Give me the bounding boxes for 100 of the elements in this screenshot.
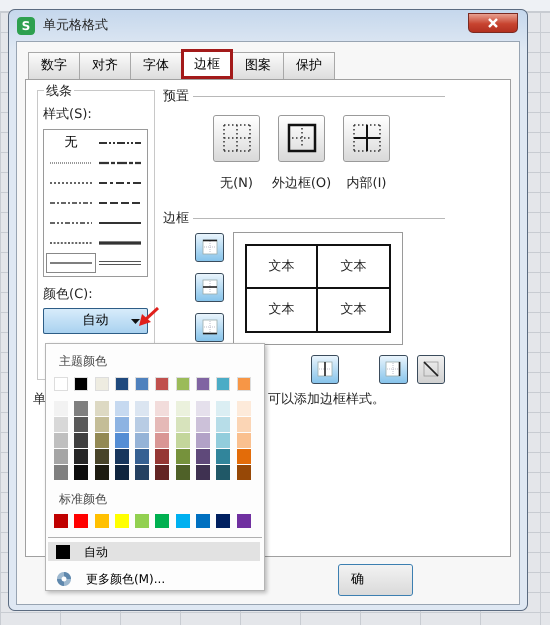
line-sample-icon — [50, 240, 92, 244]
confirm-button[interactable]: 确 — [338, 564, 413, 596]
color-swatch[interactable] — [94, 401, 109, 416]
color-swatch[interactable] — [54, 449, 68, 464]
color-swatch[interactable] — [135, 514, 150, 528]
caret-icon — [131, 319, 140, 324]
color-swatch[interactable] — [74, 377, 88, 391]
color-swatch[interactable] — [135, 433, 150, 448]
color-swatch[interactable] — [155, 417, 170, 432]
color-swatch[interactable] — [54, 377, 68, 391]
tab[interactable]: 图案 — [232, 52, 284, 79]
color-swatch[interactable] — [94, 449, 109, 464]
border-toggle-button[interactable] — [416, 354, 445, 384]
line-style-option[interactable] — [46, 252, 96, 272]
color-swatch[interactable] — [135, 417, 150, 432]
color-swatch[interactable] — [216, 433, 230, 448]
color-swatch[interactable] — [94, 377, 109, 391]
color-swatch[interactable] — [74, 433, 88, 448]
preset-button[interactable] — [343, 114, 390, 162]
border-toggle-button[interactable] — [379, 354, 408, 384]
color-swatch[interactable] — [196, 377, 210, 391]
color-square-icon — [56, 544, 70, 558]
color-swatch[interactable] — [216, 417, 230, 432]
color-swatch[interactable] — [94, 417, 109, 432]
color-swatch[interactable] — [196, 417, 210, 432]
color-swatch[interactable] — [54, 401, 68, 416]
tab[interactable]: 对齐 — [79, 52, 131, 79]
color-swatch[interactable] — [176, 377, 190, 391]
border-toggle-button[interactable] — [195, 232, 224, 262]
color-swatch[interactable] — [176, 401, 190, 416]
preset-button[interactable] — [213, 114, 260, 162]
line-sample-icon — [99, 220, 142, 224]
color-swatch[interactable] — [216, 465, 230, 480]
color-swatch[interactable] — [236, 449, 251, 464]
color-swatch[interactable] — [54, 417, 68, 432]
color-swatch[interactable] — [94, 514, 109, 528]
color-swatch[interactable] — [176, 417, 190, 432]
color-swatch[interactable] — [236, 377, 251, 391]
color-swatch[interactable] — [176, 514, 190, 528]
color-swatch[interactable] — [135, 465, 150, 480]
border-toggle-button[interactable] — [195, 272, 224, 302]
color-swatch[interactable] — [236, 417, 251, 432]
color-swatch[interactable] — [74, 417, 88, 432]
color-swatch[interactable] — [216, 449, 230, 464]
color-swatch[interactable] — [114, 377, 129, 391]
color-swatch[interactable] — [94, 465, 109, 480]
menu-item[interactable]: 更多颜色(M)... — [48, 569, 260, 588]
color-swatch[interactable] — [176, 465, 190, 480]
line-sample-icon — [99, 200, 142, 204]
color-swatch[interactable] — [54, 465, 68, 480]
color-swatch[interactable] — [155, 449, 170, 464]
color-swatch[interactable] — [155, 433, 170, 448]
color-swatch[interactable] — [216, 377, 230, 391]
color-swatch[interactable] — [196, 433, 210, 448]
color-swatch[interactable] — [114, 514, 129, 528]
close-button[interactable] — [468, 12, 518, 32]
line-sample-icon — [50, 220, 92, 224]
color-swatch[interactable] — [135, 377, 150, 391]
color-swatch[interactable] — [176, 449, 190, 464]
tab[interactable]: 字体 — [130, 52, 182, 79]
color-swatch[interactable] — [196, 449, 210, 464]
color-swatch[interactable] — [74, 465, 88, 480]
color-swatch[interactable] — [114, 465, 129, 480]
tab[interactable]: 边框 — [181, 49, 233, 79]
color-swatch[interactable] — [135, 449, 150, 464]
hint-text: 单 — [33, 390, 46, 408]
color-swatch[interactable] — [236, 514, 251, 528]
tab[interactable]: 数字 — [28, 52, 80, 79]
color-swatch[interactable] — [74, 449, 88, 464]
border-toggle-button[interactable] — [195, 312, 224, 342]
color-swatch[interactable] — [155, 465, 170, 480]
color-swatch[interactable] — [196, 401, 210, 416]
color-swatch[interactable] — [216, 514, 230, 528]
color-swatch[interactable] — [216, 401, 230, 416]
color-swatch[interactable] — [196, 514, 210, 528]
color-swatch[interactable] — [74, 514, 88, 528]
color-swatch[interactable] — [236, 433, 251, 448]
color-swatch[interactable] — [176, 433, 190, 448]
color-swatch[interactable] — [196, 465, 210, 480]
color-swatch[interactable] — [236, 401, 251, 416]
color-swatch[interactable] — [155, 514, 170, 528]
border-toggle-button[interactable] — [311, 354, 340, 384]
color-swatch[interactable] — [54, 514, 68, 528]
color-dropdown[interactable]: 自动 — [43, 308, 148, 334]
color-swatch[interactable] — [114, 449, 129, 464]
color-swatch[interactable] — [236, 465, 251, 480]
color-swatch[interactable] — [114, 401, 129, 416]
line-sample-icon — [99, 240, 142, 244]
tab[interactable]: 保护 — [283, 52, 335, 79]
color-swatch[interactable] — [155, 377, 170, 391]
color-swatch[interactable] — [114, 433, 129, 448]
color-swatch[interactable] — [155, 401, 170, 416]
color-swatch[interactable] — [114, 417, 129, 432]
color-swatch[interactable] — [54, 433, 68, 448]
color-swatch[interactable] — [74, 401, 88, 416]
preset-button[interactable] — [278, 114, 325, 162]
menu-item[interactable]: 自动 — [48, 542, 260, 561]
color-swatch[interactable] — [135, 401, 150, 416]
preset-label: 外边框(O) — [272, 174, 332, 192]
color-swatch[interactable] — [94, 433, 109, 448]
